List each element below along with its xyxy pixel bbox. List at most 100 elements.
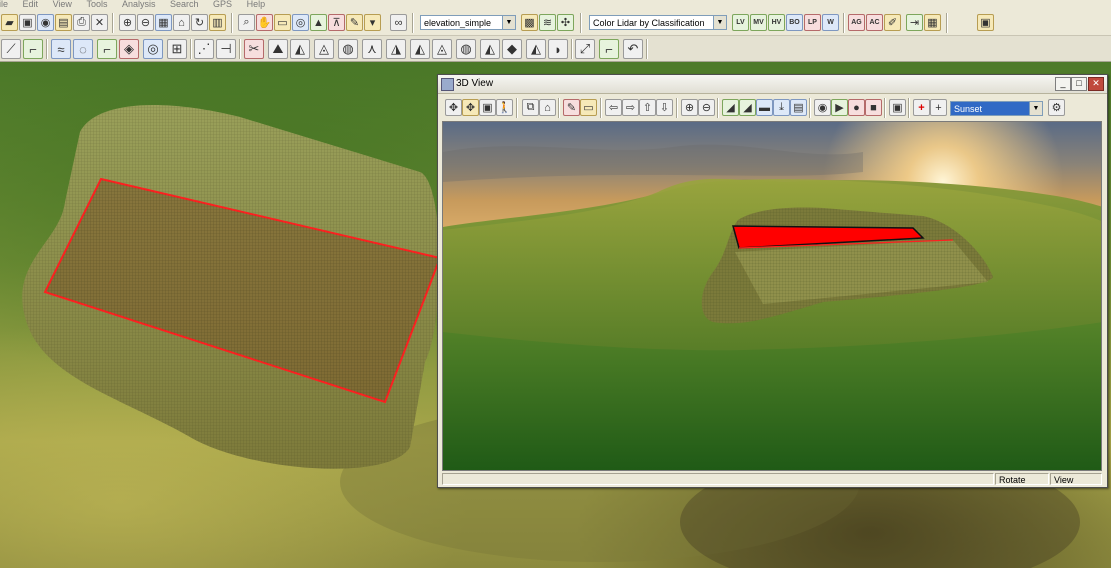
dropdown-arrow-icon[interactable]: ▾ — [364, 14, 381, 31]
save-3d-icon[interactable]: ▣ — [889, 99, 906, 116]
terrain-tool-11-icon[interactable]: ◆ — [502, 39, 522, 59]
lidar-mv-button[interactable]: MV — [750, 14, 767, 31]
annotate-icon[interactable]: ✐ — [884, 14, 901, 31]
terrain-tool-3-icon[interactable]: ◬ — [314, 39, 334, 59]
terrain-tool-9-icon[interactable]: ◍ — [456, 39, 476, 59]
contour-icon[interactable]: ≋ — [539, 14, 556, 31]
menu-tools[interactable]: Tools — [86, 0, 107, 9]
lidar-w-button[interactable]: W — [822, 14, 839, 31]
chart-icon[interactable]: ▲ — [310, 14, 327, 31]
rotate-feature-icon[interactable]: ⌐ — [599, 39, 619, 59]
down-level-icon[interactable]: ⤓ — [773, 99, 790, 116]
export-icon[interactable]: ⇥ — [906, 14, 923, 31]
lidar-bo-button[interactable]: BO — [786, 14, 803, 31]
menu-file[interactable]: ile — [0, 0, 8, 9]
lidar-lp-button[interactable]: LP — [804, 14, 821, 31]
document-icon[interactable]: ▤ — [55, 14, 72, 31]
globe-icon[interactable]: ◉ — [37, 14, 54, 31]
menu-analysis[interactable]: Analysis — [122, 0, 156, 9]
move-icon[interactable]: ✥ — [445, 99, 462, 116]
menu-view[interactable]: View — [53, 0, 72, 9]
walk-icon[interactable]: 🚶 — [496, 99, 513, 116]
window-titlebar[interactable]: 3D View _ □ ✕ — [438, 75, 1107, 94]
create-area-icon[interactable]: ⌐ — [23, 39, 43, 59]
shade-icon[interactable]: ✣ — [557, 14, 574, 31]
layers-icon[interactable]: ▦ — [155, 14, 172, 31]
cut-icon[interactable]: ✂ — [244, 39, 264, 59]
window-3d-view[interactable]: 3D View _ □ ✕ ✥ ✥ ▣ 🚶 ⧉ ⌂ ✎ ▭ ⇦ ⇨ ⇧ ⇩ ⊕ … — [437, 74, 1108, 488]
terrain-tool-2-icon[interactable]: ◭ — [290, 39, 310, 59]
pick-feature-icon[interactable]: ⤢ — [575, 39, 595, 59]
arrow-down-icon[interactable]: ⇩ — [656, 99, 673, 116]
create-circle-icon[interactable]: ◌ — [73, 39, 93, 59]
minimize-button[interactable]: _ — [1055, 77, 1071, 91]
split-icon[interactable]: ⋰ — [194, 39, 214, 59]
binoculars-icon[interactable]: ∞ — [390, 14, 407, 31]
search-globe-icon[interactable]: ◎ — [292, 14, 309, 31]
pan-hand-icon[interactable]: ✋ — [256, 14, 273, 31]
measure-3d-icon[interactable]: ▭ — [580, 99, 597, 116]
digitizer-icon[interactable]: ▣ — [977, 14, 994, 31]
copy-icon[interactable]: ⧉ — [522, 99, 539, 116]
menu-edit[interactable]: Edit — [23, 0, 39, 9]
terrain-tool-12-icon[interactable]: ◭ — [526, 39, 546, 59]
measure-icon[interactable]: ⊼ — [328, 14, 345, 31]
terrain-view-1-icon[interactable]: ◢ — [722, 99, 739, 116]
terrain-tool-5-icon[interactable]: ⋏ — [362, 39, 382, 59]
terrain-tool-4-icon[interactable]: ◍ — [338, 39, 358, 59]
layer-select[interactable]: elevation_simple ▼ — [420, 15, 516, 30]
ruler-icon[interactable]: ▭ — [274, 14, 291, 31]
lidar-color-select[interactable]: Color Lidar by Classification ▼ — [589, 15, 727, 30]
color-feature-icon[interactable]: ◈ — [119, 39, 139, 59]
zoom-in-3d-icon[interactable]: ⊕ — [681, 99, 698, 116]
lidar-ac-button[interactable]: AC — [866, 14, 883, 31]
lidar-ag-button[interactable]: AG — [848, 14, 865, 31]
arrow-right-icon[interactable]: ⇨ — [622, 99, 639, 116]
menu-search[interactable]: Search — [170, 0, 199, 9]
lidar-lv-button[interactable]: LV — [732, 14, 749, 31]
draw-icon[interactable]: ✎ — [346, 14, 363, 31]
undo-icon[interactable]: ↶ — [623, 39, 643, 59]
terrain-tool-6-icon[interactable]: ◮ — [386, 39, 406, 59]
play-icon[interactable]: ▶ — [831, 99, 848, 116]
grid-feature-icon[interactable]: ⊞ — [167, 39, 187, 59]
surface-icon[interactable]: ▤ — [790, 99, 807, 116]
arrow-left-icon[interactable]: ⇦ — [605, 99, 622, 116]
arrow-up-icon[interactable]: ⇧ — [639, 99, 656, 116]
menu-help[interactable]: Help — [247, 0, 266, 9]
lidar-hv-button[interactable]: HV — [768, 14, 785, 31]
sky-select[interactable]: Sunset ▼ — [950, 101, 1043, 116]
home-icon[interactable]: ⌂ — [173, 14, 190, 31]
scene-3d[interactable] — [443, 122, 1102, 471]
raster-icon[interactable]: ▩ — [521, 14, 538, 31]
viewport-3d[interactable] — [442, 121, 1102, 471]
home-3d-icon[interactable]: ⌂ — [539, 99, 556, 116]
fly-icon[interactable]: ◉ — [814, 99, 831, 116]
settings-3d-icon[interactable]: ⚙ — [1048, 99, 1065, 116]
crosshair-icon[interactable]: + — [930, 99, 947, 116]
create-line-icon[interactable]: ≈ — [51, 39, 71, 59]
zoom-out-icon[interactable]: ⊖ — [137, 14, 154, 31]
water-level-icon[interactable]: ▬ — [756, 99, 773, 116]
terrain-view-2-icon[interactable]: ◢ — [739, 99, 756, 116]
terrain-tool-10-icon[interactable]: ◭ — [480, 39, 500, 59]
tools-icon[interactable]: ✕ — [91, 14, 108, 31]
stop-record-icon[interactable]: ■ — [865, 99, 882, 116]
terrain-tool-13-icon[interactable]: ◗ — [548, 39, 568, 59]
close-button[interactable]: ✕ — [1088, 77, 1104, 91]
zoom-in-icon[interactable]: ⊕ — [119, 14, 136, 31]
terrain-tool-1-icon[interactable]: ⛰ — [268, 39, 288, 59]
maximize-button[interactable]: □ — [1071, 77, 1087, 91]
save-icon[interactable]: ▣ — [19, 14, 36, 31]
join-icon[interactable]: ⊣ — [216, 39, 236, 59]
grid-icon[interactable]: ▥ — [209, 14, 226, 31]
open-folder-icon[interactable]: ▰ — [1, 14, 18, 31]
create-point-icon[interactable]: ⌐ — [97, 39, 117, 59]
layers-3d-icon[interactable]: ▣ — [479, 99, 496, 116]
terrain-tool-8-icon[interactable]: ◬ — [432, 39, 452, 59]
zoom-out-3d-icon[interactable]: ⊖ — [698, 99, 715, 116]
record-icon[interactable]: ● — [848, 99, 865, 116]
magnify-icon[interactable]: ⌕ — [238, 14, 255, 31]
buffer-icon[interactable]: ◎ — [143, 39, 163, 59]
refresh-icon[interactable]: ↻ — [191, 14, 208, 31]
